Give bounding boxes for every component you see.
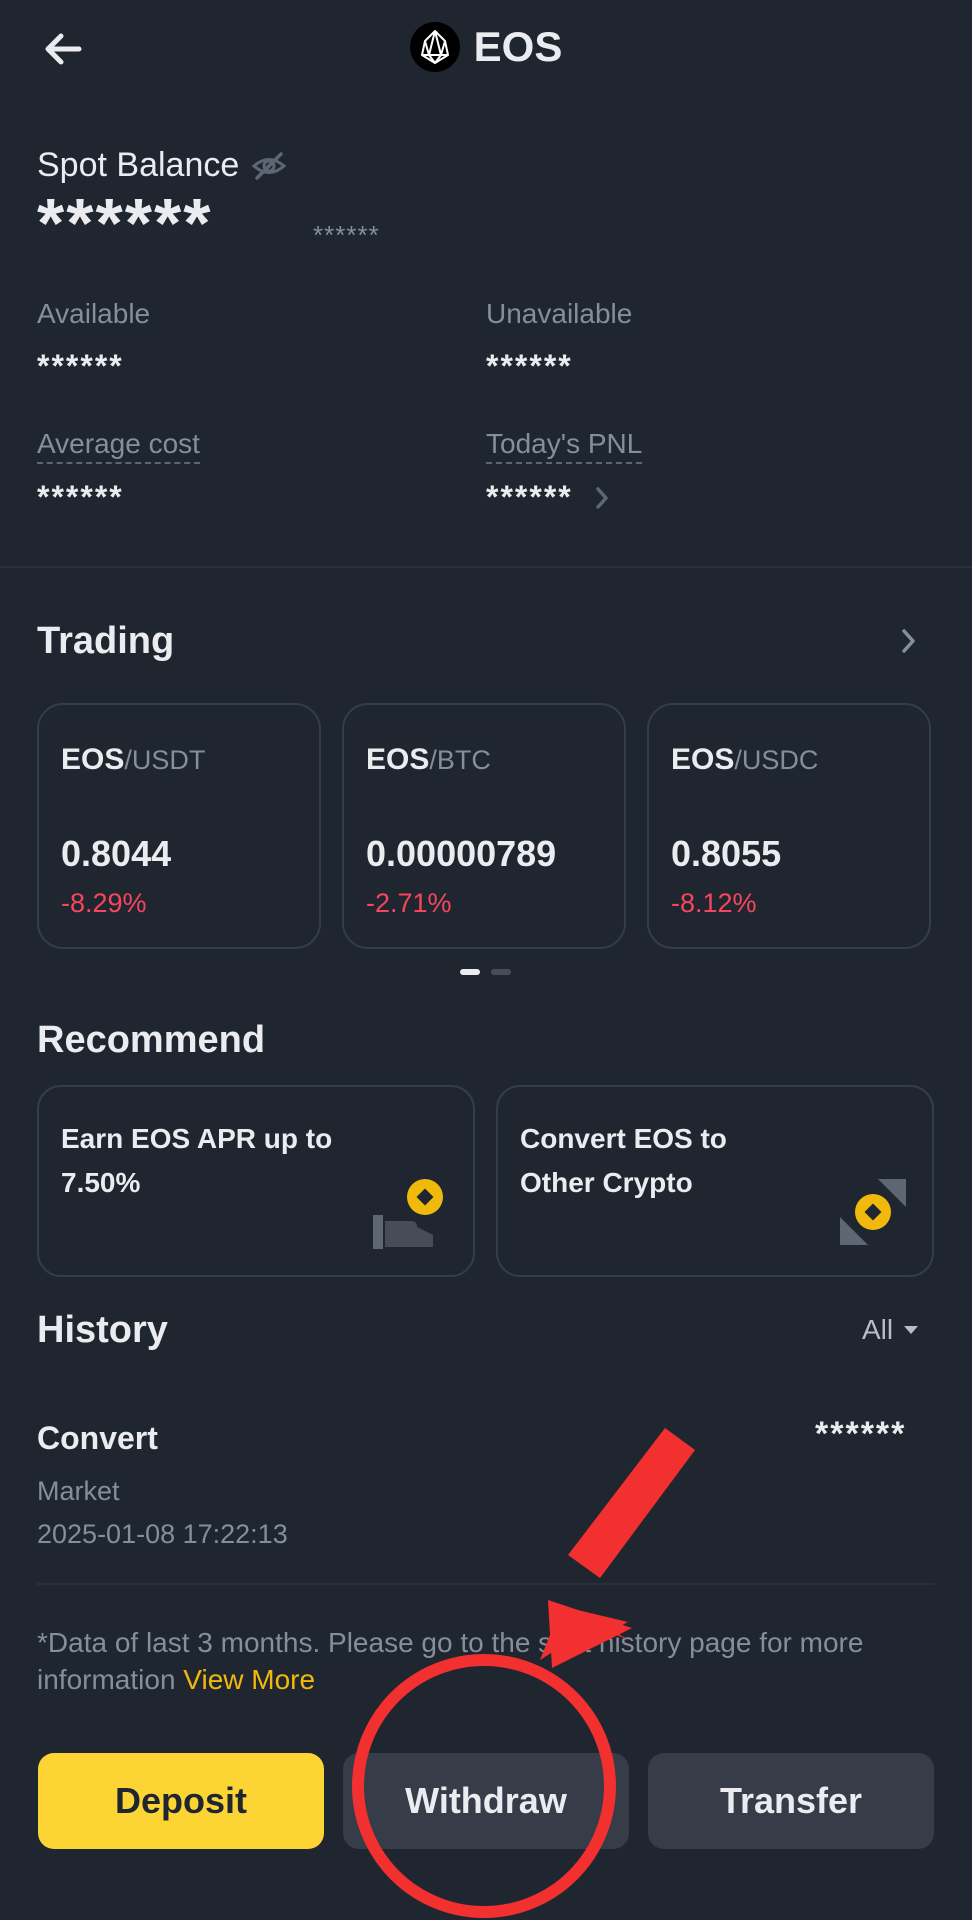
view-more-link[interactable]: View More	[183, 1664, 315, 1695]
todays-pnl-label[interactable]: Today's PNL	[486, 428, 643, 464]
pair-name: EOS/USDC	[671, 743, 819, 776]
spot-balance-label: Spot Balance	[37, 146, 240, 184]
history-divider	[37, 1583, 935, 1585]
caret-down-icon	[904, 1326, 919, 1334]
history-filter-label: All	[862, 1314, 894, 1345]
page-title: EOS	[473, 23, 563, 70]
convert-coin-icon	[840, 1179, 906, 1245]
unavailable-label: Unavailable	[486, 298, 633, 329]
trading-pair-card[interactable]: EOS/USDT 0.8044 -8.29%	[37, 703, 321, 949]
spot-balance-value: ******	[37, 184, 213, 262]
carousel-dot	[491, 969, 511, 975]
pair-change: -8.29%	[61, 888, 147, 918]
history-note: *Data of last 3 months. Please go to the…	[37, 1627, 864, 1695]
pair-name: EOS/USDT	[61, 743, 206, 776]
recommend-convert-text: Convert EOS to Other Crypto	[520, 1123, 727, 1198]
available-value: ******	[37, 348, 124, 384]
pair-change: -8.12%	[671, 888, 757, 918]
trading-chevron-right-icon[interactable]	[900, 628, 918, 654]
trading-pair-card[interactable]: EOS/USDC 0.8055 -8.12%	[647, 703, 931, 949]
available-label: Available	[37, 298, 151, 329]
earn-coin-icon	[373, 1179, 443, 1249]
recommend-title: Recommend	[37, 1019, 266, 1061]
trading-pair-card[interactable]: EOS/BTC 0.00000789 -2.71%	[342, 703, 626, 949]
todays-pnl-link[interactable]: ******	[486, 479, 609, 516]
withdraw-button[interactable]: Withdraw	[343, 1753, 629, 1849]
recommend-earn-text: Earn EOS APR up to 7.50%	[61, 1123, 333, 1198]
recommend-card-convert[interactable]: Convert EOS to Other Crypto	[496, 1085, 934, 1277]
section-divider	[0, 566, 972, 568]
carousel-dot-active	[460, 969, 480, 975]
eye-hidden-icon[interactable]	[251, 151, 287, 181]
history-filter-dropdown[interactable]: All	[862, 1314, 919, 1346]
spot-balance-fiat-value: ******	[313, 220, 380, 250]
todays-pnl-value: ******	[486, 479, 573, 515]
pair-price: 0.8044	[61, 833, 172, 874]
average-cost-value: ******	[37, 479, 124, 515]
recommend-card-earn[interactable]: Earn EOS APR up to 7.50%	[37, 1085, 475, 1277]
average-cost-label[interactable]: Average cost	[37, 428, 200, 464]
deposit-button[interactable]: Deposit	[38, 1753, 324, 1849]
history-row[interactable]: Convert ****** Market 2025-01-08 17:22:1…	[0, 1400, 972, 1560]
history-subtype: Market	[37, 1476, 120, 1506]
pair-change: -2.71%	[366, 888, 452, 918]
history-time: 2025-01-08 17:22:13	[37, 1519, 288, 1549]
history-title: History	[37, 1309, 168, 1351]
chevron-right-icon	[595, 486, 608, 509]
trading-title: Trading	[37, 620, 175, 662]
unavailable-value: ******	[486, 348, 573, 384]
eos-logo-icon	[409, 22, 460, 72]
history-amount: ******	[815, 1415, 907, 1453]
pair-price: 0.8055	[671, 833, 782, 874]
header-title-group: EOS	[0, 22, 972, 72]
spot-balance-label-group: Spot Balance	[37, 146, 287, 185]
history-type: Convert	[37, 1420, 158, 1456]
pair-price: 0.00000789	[366, 833, 557, 874]
transfer-button[interactable]: Transfer	[648, 1753, 934, 1849]
pair-name: EOS/BTC	[366, 743, 491, 776]
